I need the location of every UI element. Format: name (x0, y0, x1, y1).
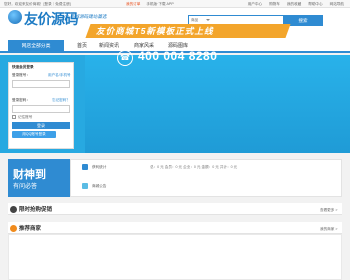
gold-title: 财神到 (13, 168, 46, 181)
chevron-down-icon (206, 18, 210, 21)
recommended-merchants-list (8, 234, 342, 280)
recommended-more-link[interactable]: 我的商家 > (320, 227, 337, 232)
top-link-sitemap[interactable]: 网站导航 (330, 2, 344, 6)
qq-login-button[interactable]: 用QQ账号登录 (12, 131, 56, 138)
top-link-cart[interactable]: 购物车 (269, 2, 280, 6)
search-category-select[interactable]: 商品 (191, 18, 198, 23)
recommended-title: 推荐商家 (19, 226, 42, 232)
login-heading: 快速会员登录 (12, 65, 34, 69)
flash-sale-more-link[interactable]: 查看更多 > (320, 208, 337, 213)
remember-checkbox[interactable] (12, 115, 16, 119)
stats-label[interactable]: 获利统计 (92, 165, 106, 170)
banner-title: 友价商城T5新模板正式上线 (96, 26, 214, 36)
password-label: 登录密码： (12, 98, 30, 102)
username-input[interactable] (12, 80, 70, 88)
mobile-link[interactable]: 我的订单 手机版·下载 APP (126, 2, 174, 7)
remember-label: 记住账号 (18, 114, 33, 119)
top-link-help[interactable]: 帮助中心 (308, 2, 322, 6)
flash-sale-header (8, 203, 342, 215)
clock-icon (10, 205, 17, 213)
stats-values: 总：0 元 会员：0 元 企业：0 元 金额：0 元 共计：0 元 (150, 164, 238, 169)
phone-icon: ☎ (117, 50, 133, 66)
nav-item-news[interactable]: 新闻资讯 (99, 40, 119, 53)
login-button[interactable]: 登录 (12, 122, 70, 129)
forgot-password-link[interactable]: 忘记密码？ (52, 98, 70, 103)
username-hint[interactable]: 用户名/手机号 (48, 73, 71, 78)
all-categories-button[interactable]: 网店全部分类 (8, 40, 64, 53)
logo-globe-icon[interactable] (8, 10, 22, 24)
top-bar: 您好，欢迎来友价商城！[登录｜免费注册] 我的订单 手机版·下载 APP 用户中… (0, 0, 350, 8)
nav-item-home[interactable]: 首页 (77, 40, 87, 53)
notice-icon (82, 183, 88, 189)
top-link-user-center[interactable]: 用户中心 (248, 2, 262, 6)
orders-link[interactable]: 我的订单 (126, 2, 140, 6)
merchant-icon (10, 224, 17, 232)
flash-sale-title: 限时抢购促销 (19, 207, 53, 213)
welcome-text[interactable]: 您好，欢迎来友价商城！[登录｜免费注册] (4, 2, 71, 7)
banner-phone: 400 004 8280 (138, 49, 218, 63)
stats-icon (82, 164, 88, 170)
app-download-link[interactable]: 手机版·下载 APP (146, 2, 173, 6)
top-links: 用户中心 购物车 我的收藏 帮助中心 网站导航 (242, 2, 344, 7)
slogan: YJ-商城源码建站首选 (63, 14, 107, 19)
username-label: 登录账号： (12, 73, 30, 77)
password-input[interactable] (12, 105, 70, 113)
recommended-header (8, 222, 342, 234)
gold-subtitle: 有问必答 (13, 184, 38, 190)
notice-label[interactable]: 商城公告 (92, 184, 106, 189)
top-link-favorites[interactable]: 我的收藏 (287, 2, 301, 6)
